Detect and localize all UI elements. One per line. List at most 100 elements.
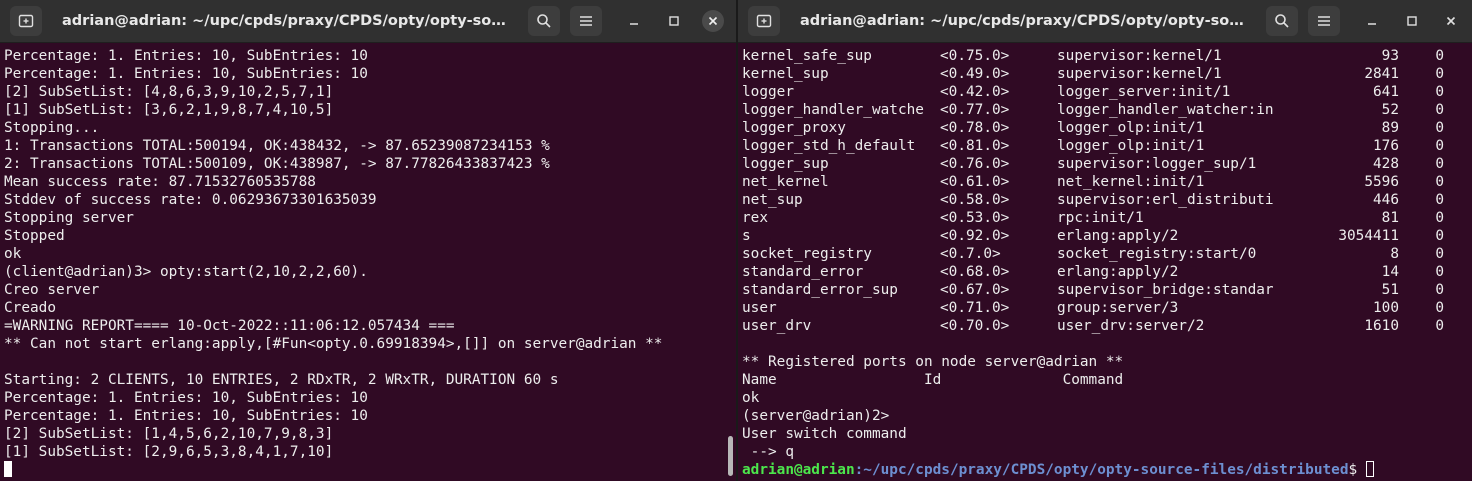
process-row: socket_registry <0.7.0> socket_registry:st… [742, 245, 1462, 263]
process-reds-cell: 52 [1381, 102, 1399, 118]
maximize-button[interactable] [1401, 10, 1423, 32]
titlebar-left[interactable]: adrian@adrian: ~/upc/cpds/praxy/CPDS/opt… [0, 0, 736, 43]
process-msgs-cell: 0 [1435, 282, 1444, 298]
process-pid-cell: <0.70.0> [940, 318, 1010, 334]
terminal-line: [2] SubSetList: [4,8,6,3,9,10,2,5,7,1] [4, 84, 334, 100]
process-pid-cell: <0.71.0> [940, 300, 1010, 316]
ports-header: ** Registered ports on node server@adria… [742, 354, 1124, 370]
process-reds-cell: 89 [1381, 120, 1399, 136]
terminal-window-right[interactable]: adrian@adrian: ~/upc/cpds/praxy/CPDS/opt… [738, 0, 1472, 481]
process-row: net_kernel <0.61.0> net_kernel:init/1 5596 0 [742, 173, 1462, 191]
process-init-cell: supervisor:kernel/1 [1057, 48, 1222, 64]
terminal-line: Percentage: 1. Entries: 10, SubEntries: … [4, 48, 368, 64]
process-row: logger_std_h_default <0.81.0> logger_olp:i… [742, 137, 1462, 155]
process-msgs-cell: 0 [1435, 228, 1444, 244]
process-pid-cell: <0.61.0> [940, 174, 1010, 190]
scrollbar-thumb[interactable] [728, 436, 733, 476]
process-row: standard_error <0.68.0> erlang:apply/2 14 0 [742, 263, 1462, 281]
terminal-line: ** Can not start erlang:apply,[#Fun<opty… [4, 336, 663, 352]
minimize-button[interactable] [623, 10, 645, 32]
terminal-line: [1] SubSetList: [2,9,6,5,3,8,4,1,7,10] [4, 444, 334, 460]
terminal-cursor [4, 461, 12, 477]
close-icon [1446, 16, 1456, 26]
process-init-cell: logger_olp:init/1 [1057, 120, 1205, 136]
hamburger-menu-icon [580, 16, 592, 26]
process-msgs-cell: 0 [1435, 156, 1444, 172]
process-reds-cell: 2841 [1364, 66, 1399, 82]
terminal-line: Stopped [4, 228, 65, 244]
process-pid-cell: <0.68.0> [940, 264, 1010, 280]
process-msgs-cell: 0 [1435, 120, 1444, 136]
process-init-cell: supervisor:erl_distributi [1057, 192, 1274, 208]
process-msgs-cell: 0 [1435, 174, 1444, 190]
hamburger-menu-icon [1318, 16, 1330, 26]
process-row: logger <0.42.0> logger_server:init/1 641 0 [742, 83, 1462, 101]
process-msgs-cell: 0 [1435, 102, 1444, 118]
terminal-line: Percentage: 1. Entries: 10, SubEntries: … [4, 66, 368, 82]
close-button[interactable] [1440, 10, 1462, 32]
minimize-icon [630, 23, 638, 25]
process-reds-cell: 641 [1373, 84, 1399, 100]
process-name-cell: standard_error [742, 264, 864, 280]
process-row: logger_sup <0.76.0> supervisor:logger_sup/… [742, 155, 1462, 173]
close-button[interactable] [702, 10, 724, 32]
process-name-cell: user_drv [742, 318, 812, 334]
terminal-output-right[interactable]: kernel_safe_sup <0.75.0> supervisor:kernel… [742, 47, 1462, 479]
process-name-cell: s [742, 228, 751, 244]
process-pid-cell: <0.53.0> [940, 210, 1010, 226]
process-msgs-cell: 0 [1435, 264, 1444, 280]
terminal-cursor [1365, 461, 1374, 477]
process-name-cell: logger_std_h_default [742, 138, 916, 154]
process-reds-cell: 428 [1373, 156, 1399, 172]
process-reds-cell: 176 [1373, 138, 1399, 154]
process-init-cell: user_drv:server/2 [1057, 318, 1205, 334]
process-msgs-cell: 0 [1435, 138, 1444, 154]
titlebar-right[interactable]: adrian@adrian: ~/upc/cpds/praxy/CPDS/opt… [738, 0, 1472, 43]
process-reds-cell: 51 [1381, 282, 1399, 298]
terminal-window-left[interactable]: adrian@adrian: ~/upc/cpds/praxy/CPDS/opt… [0, 0, 736, 481]
process-reds-cell: 81 [1381, 210, 1399, 226]
menu-button[interactable] [1308, 6, 1340, 36]
shell-prompt-line[interactable]: adrian@adrian:~/upc/cpds/praxy/CPDS/opty… [742, 461, 1462, 479]
process-msgs-cell: 0 [1435, 210, 1444, 226]
process-name-cell: standard_error_sup [742, 282, 898, 298]
process-init-cell: socket_registry:start/0 [1057, 246, 1257, 262]
ports-columns-header: Name Id Command [742, 372, 1124, 388]
terminal-line: --> q [742, 444, 794, 460]
maximize-button[interactable] [663, 10, 685, 32]
process-msgs-cell: 0 [1435, 48, 1444, 64]
process-init-cell: erlang:apply/2 [1057, 264, 1179, 280]
process-msgs-cell: 0 [1435, 84, 1444, 100]
close-icon [708, 16, 718, 26]
terminal-line: Percentage: 1. Entries: 10, SubEntries: … [4, 390, 368, 406]
process-name-cell: kernel_sup [742, 66, 829, 82]
terminal-output-left[interactable]: Percentage: 1. Entries: 10, SubEntries: … [4, 47, 726, 479]
search-button[interactable] [528, 6, 560, 36]
process-row: logger_proxy <0.78.0> logger_olp:init/1 89 0 [742, 119, 1462, 137]
new-tab-button[interactable] [10, 6, 42, 36]
process-pid-cell: <0.49.0> [940, 66, 1010, 82]
process-row: s <0.92.0> erlang:apply/2 3054411 0 [742, 227, 1462, 245]
process-row: standard_error_sup <0.67.0> supervisor_bri… [742, 281, 1462, 299]
menu-button[interactable] [570, 6, 602, 36]
process-pid-cell: <0.78.0> [940, 120, 1010, 136]
new-tab-icon [756, 14, 772, 28]
terminal-line: [1] SubSetList: [3,6,2,1,9,8,7,4,10,5] [4, 102, 334, 118]
process-pid-cell: <0.92.0> [940, 228, 1010, 244]
process-name-cell: rex [742, 210, 768, 226]
search-button[interactable] [1266, 6, 1298, 36]
process-pid-cell: <0.81.0> [940, 138, 1010, 154]
process-init-cell: group:server/3 [1057, 300, 1179, 316]
prompt-path: :~/upc/cpds/praxy/CPDS/opty/opty-source-… [854, 462, 1349, 478]
process-pid-cell: <0.58.0> [940, 192, 1010, 208]
process-reds-cell: 8 [1390, 246, 1399, 262]
process-name-cell: logger_handler_watche [742, 102, 924, 118]
search-icon [1275, 14, 1289, 28]
terminal-line: Starting: 2 CLIENTS, 10 ENTRIES, 2 RDxTR… [4, 372, 559, 388]
terminal-line: ok [742, 390, 760, 406]
minimize-button[interactable] [1361, 10, 1383, 32]
process-init-cell: erlang:apply/2 [1057, 228, 1179, 244]
new-tab-button[interactable] [748, 6, 780, 36]
process-init-cell: logger_server:init/1 [1057, 84, 1231, 100]
